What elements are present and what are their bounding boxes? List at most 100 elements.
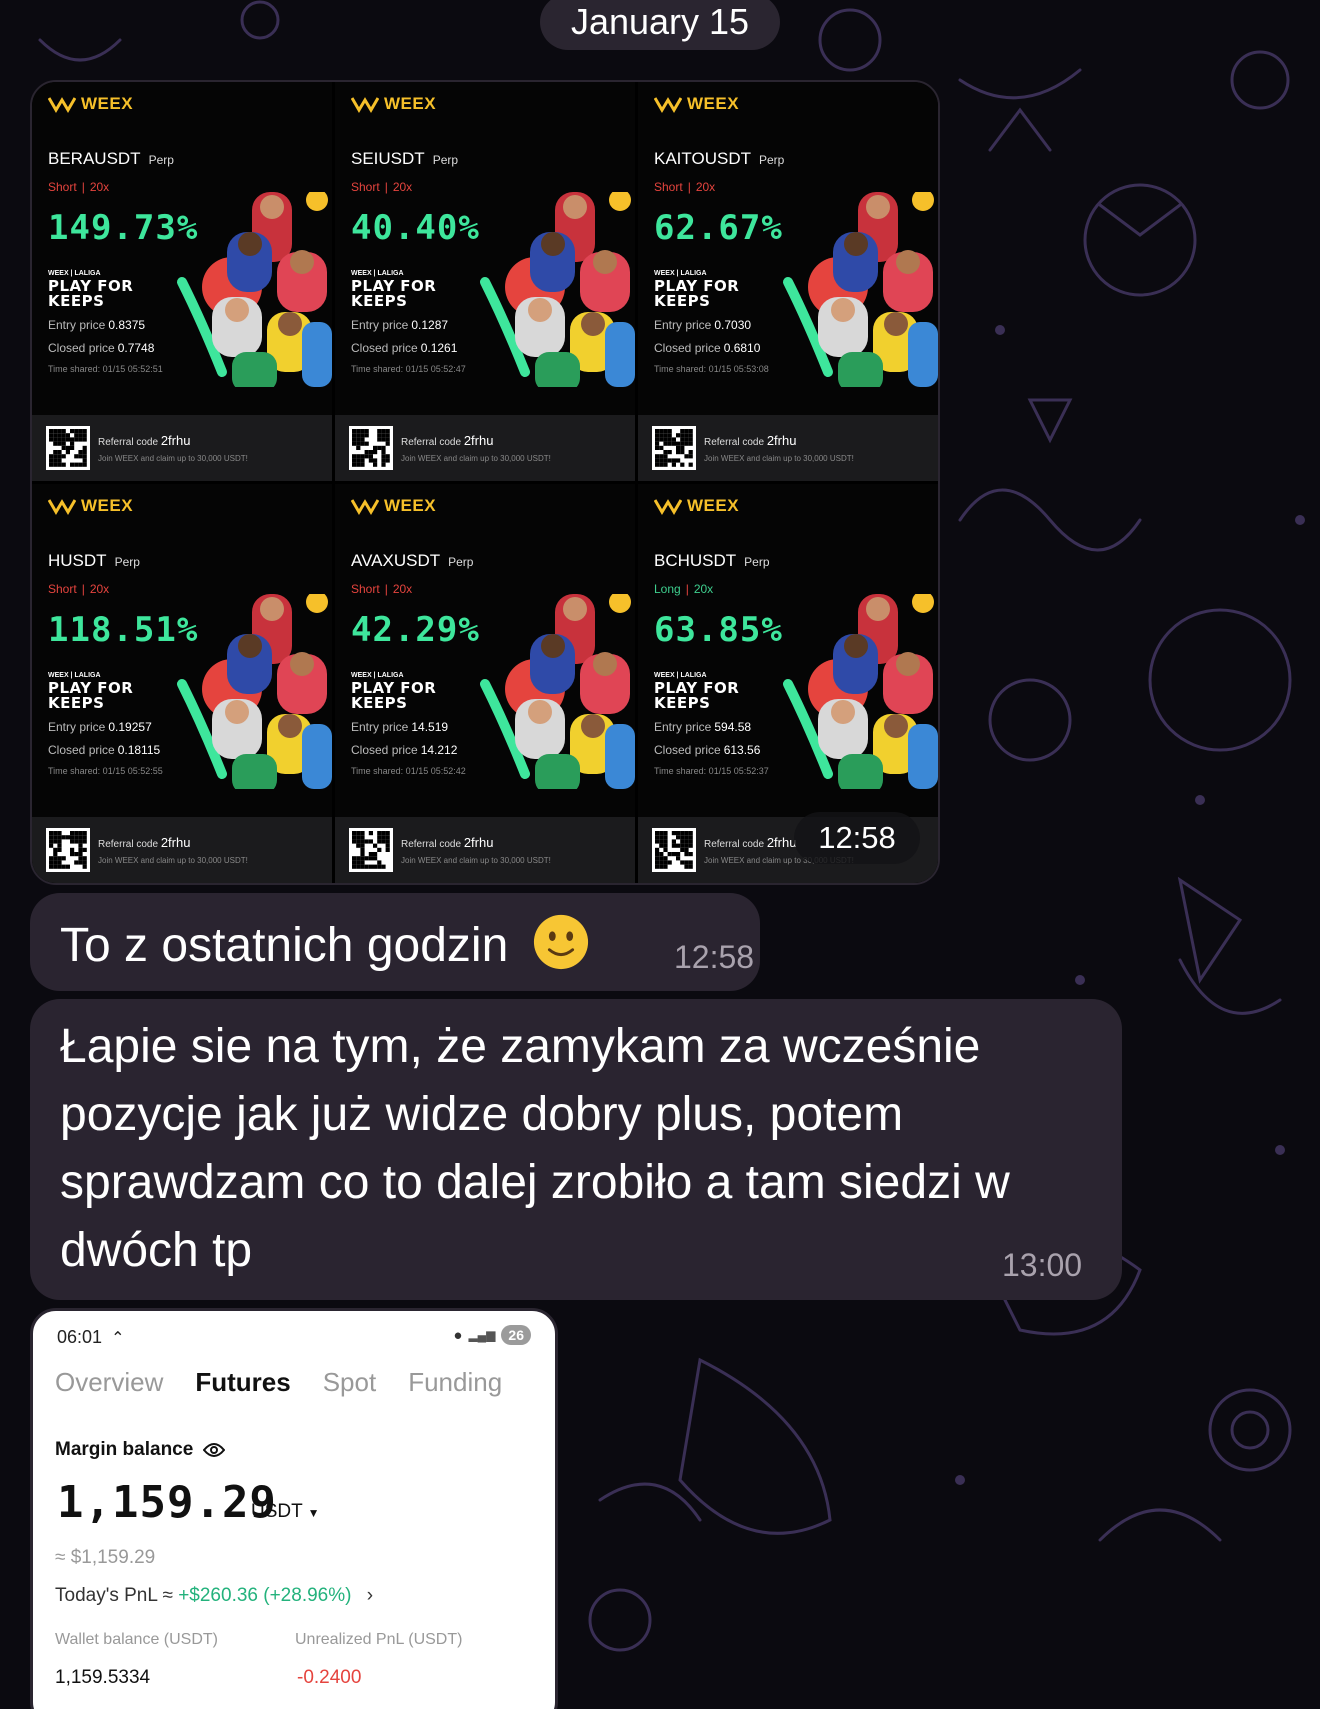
entry-price-value: 0.8375 <box>108 318 146 332</box>
trade-card[interactable]: WEEX BERAUSDT Perp Short | 20x 149.73% WEEX… <box>32 82 332 481</box>
message-bubble[interactable]: Łapie sie na tym, że zamykam za wcześnie… <box>30 999 1122 1300</box>
closed-price-label: Closed price <box>351 743 418 757</box>
trade-card[interactable]: WEEX KAITOUSDT Perp Short | 20x 62.67% WEEX… <box>638 82 938 481</box>
pnl-percent: 63.85% <box>654 610 783 650</box>
eye-icon[interactable] <box>203 1442 226 1458</box>
closed-price-value: 0.7748 <box>117 341 155 355</box>
referral-code: 2frhu <box>463 433 494 448</box>
pair-kind: Perp <box>758 153 785 167</box>
side-label: Short <box>48 180 77 194</box>
pair-symbol: SEIUSDT <box>351 149 425 168</box>
promo-tag: WEEX | LALIGA <box>48 270 101 277</box>
logo-text: WEEX <box>81 94 134 113</box>
leverage-label: 20x <box>89 582 110 596</box>
promo-headline: PLAY FOR KEEPS <box>48 279 133 309</box>
weex-logo-icon <box>48 499 76 515</box>
qr-code-icon <box>655 429 693 467</box>
side-divider: | <box>81 180 85 194</box>
qr-code-icon <box>352 429 390 467</box>
promo-players-illustration <box>177 594 332 789</box>
entry-price-row: Entry price 0.7030 <box>654 318 751 332</box>
referral-label: Referral code <box>401 437 462 448</box>
trade-card[interactable]: WEEX HUSDT Perp Short | 20x 118.51% WEEX | … <box>32 484 332 883</box>
trade-card[interactable]: WEEX SEIUSDT Perp Short | 20x 40.40% WEEX |… <box>335 82 635 481</box>
trade-side: Short | 20x <box>351 180 412 194</box>
status-time: 06:01 ⌃ <box>57 1327 124 1348</box>
pair-symbol: KAITOUSDT <box>654 149 751 168</box>
tab-futures[interactable]: Futures <box>195 1367 290 1398</box>
weex-logo-icon <box>654 499 682 515</box>
closed-price-row: Closed price 0.7748 <box>48 341 154 355</box>
closed-price-value: 0.18115 <box>117 743 161 757</box>
referral-row: Referral code 2frhu <box>98 433 248 448</box>
weex-logo-icon <box>654 97 682 113</box>
account-tabs: Overview Futures Spot Funding <box>55 1367 502 1398</box>
time-shared: Time shared: 01/15 05:52:42 <box>351 766 466 776</box>
weex-logo: WEEX <box>48 94 133 114</box>
tab-spot[interactable]: Spot <box>323 1367 377 1398</box>
photo-album[interactable]: WEEX BERAUSDT Perp Short | 20x 149.73% WEEX… <box>30 80 940 885</box>
signal-icon: ▂▄▆ <box>468 1328 496 1342</box>
entry-price-row: Entry price 0.19257 <box>48 720 152 734</box>
weex-logo: WEEX <box>48 496 133 516</box>
pair-symbol: HUSDT <box>48 551 107 570</box>
todays-pnl-row[interactable]: Today's PnL ≈ +$260.36 (+28.96%) › <box>55 1585 373 1607</box>
referral-footer: Referral code 2frhu Join WEEX and claim … <box>638 415 938 481</box>
tab-funding[interactable]: Funding <box>408 1367 502 1398</box>
time-shared: Time shared: 01/15 05:52:47 <box>351 364 466 374</box>
promo-players-illustration <box>783 192 938 387</box>
qr-code <box>652 828 696 872</box>
promo-headline: PLAY FOR KEEPS <box>351 681 436 711</box>
side-label: Short <box>351 180 380 194</box>
side-divider: | <box>81 582 85 596</box>
promo-tag: WEEX | LALIGA <box>654 672 707 679</box>
closed-price-label: Closed price <box>48 743 115 757</box>
promo-players-illustration <box>783 594 938 789</box>
entry-price-row: Entry price 0.1287 <box>351 318 448 332</box>
pair-symbol: AVAXUSDT <box>351 551 441 570</box>
referral-label: Referral code <box>98 839 159 850</box>
referral-footer: Referral code 2frhu Join WEEX and claim … <box>335 415 635 481</box>
pnl-percent: 62.67% <box>654 208 783 248</box>
promo-headline: PLAY FOR KEEPS <box>654 279 739 309</box>
promo-headline: PLAY FOR KEEPS <box>48 681 133 711</box>
side-label: Short <box>351 582 380 596</box>
referral-code: 2frhu <box>160 433 191 448</box>
closed-price-value: 0.6810 <box>723 341 761 355</box>
exchange-screenshot[interactable]: 06:01 ⌃ ● ▂▄▆ 26 Overview Futures Spot F… <box>30 1308 558 1709</box>
weex-logo-icon <box>351 97 379 113</box>
qr-code <box>349 426 393 470</box>
message-bubble[interactable]: To z ostatnich godzin 12:58 <box>30 893 760 991</box>
side-divider: | <box>687 180 691 194</box>
promo-players-illustration <box>480 192 635 387</box>
referral-label: Referral code <box>704 839 765 850</box>
trade-pair: AVAXUSDT Perp <box>351 551 473 571</box>
closed-price-row: Closed price 0.1261 <box>351 341 457 355</box>
closed-price-row: Closed price 613.56 <box>654 743 760 757</box>
referral-footer: Referral code 2frhu Join WEEX and claim … <box>32 415 332 481</box>
weex-logo: WEEX <box>654 496 739 516</box>
trade-card[interactable]: WEEX AVAXUSDT Perp Short | 20x 42.29% WEEX … <box>335 484 635 883</box>
qr-code-icon <box>352 831 390 869</box>
pnl-percent: 40.40% <box>351 208 480 248</box>
entry-price-value: 594.58 <box>714 720 752 734</box>
referral-row: Referral code 2frhu <box>704 433 854 448</box>
entry-price-row: Entry price 0.8375 <box>48 318 145 332</box>
referral-row: Referral code 2frhu <box>98 835 248 850</box>
unrealized-pnl-label: Unrealized PnL (USDT) <box>295 1631 463 1648</box>
time-shared: Time shared: 01/15 05:53:08 <box>654 364 769 374</box>
date-separator: January 15 <box>540 0 780 50</box>
logo-text: WEEX <box>384 94 437 113</box>
pair-kind: Perp <box>744 555 770 569</box>
promo-tag: WEEX | LALIGA <box>351 270 404 277</box>
currency-select[interactable]: USDT ▼ <box>251 1501 320 1523</box>
tab-overview[interactable]: Overview <box>55 1367 163 1398</box>
caret-down-icon: ▼ <box>307 1506 320 1520</box>
approx-usd-value: ≈ $1,159.29 <box>55 1547 156 1568</box>
closed-price-value: 0.1261 <box>420 341 458 355</box>
promo-tag: WEEX | LALIGA <box>351 672 404 679</box>
closed-price-label: Closed price <box>654 743 721 757</box>
closed-price-row: Closed price 14.212 <box>351 743 457 757</box>
entry-price-label: Entry price <box>48 720 106 734</box>
margin-balance-value: 1,159.29 <box>57 1477 277 1528</box>
